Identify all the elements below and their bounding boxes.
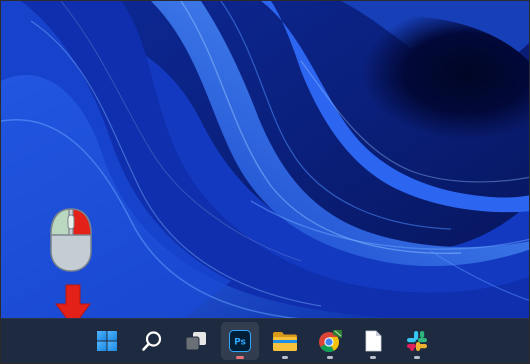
folder-icon xyxy=(273,332,297,351)
mouse-right-click-icon xyxy=(50,208,92,272)
taskbar-app-file-explorer[interactable] xyxy=(266,322,304,360)
taskbar-app-photoshop[interactable]: Ps xyxy=(221,322,259,360)
running-indicator xyxy=(414,356,420,359)
slack-icon xyxy=(407,331,427,351)
running-indicator xyxy=(370,356,376,359)
task-view-icon xyxy=(185,332,206,351)
taskbar-app-slack[interactable] xyxy=(398,322,436,360)
running-indicator xyxy=(282,356,288,359)
photoshop-icon: Ps xyxy=(229,330,251,352)
taskbar-app-document[interactable] xyxy=(354,322,392,360)
running-indicator xyxy=(327,356,333,359)
search-button[interactable] xyxy=(133,322,171,360)
search-icon xyxy=(142,331,162,351)
chrome-icon xyxy=(319,330,342,353)
photoshop-icon-label: Ps xyxy=(234,338,246,348)
running-indicator xyxy=(236,356,244,359)
task-view-button[interactable] xyxy=(177,322,215,360)
start-button[interactable] xyxy=(88,322,126,360)
desktop-screen: Ps xyxy=(0,0,530,364)
document-icon xyxy=(365,330,382,352)
taskbar: Ps xyxy=(1,318,529,363)
taskbar-app-chrome[interactable] xyxy=(311,322,349,360)
windows-logo-icon xyxy=(97,331,117,351)
